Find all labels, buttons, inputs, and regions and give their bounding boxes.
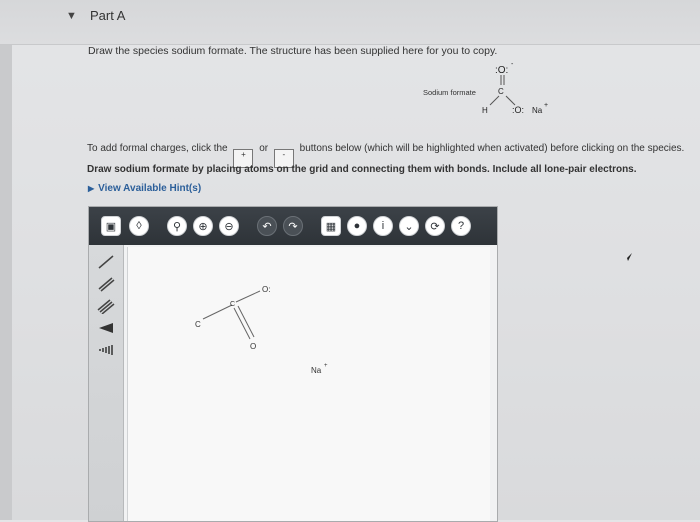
bond-c1-c2[interactable] — [202, 304, 233, 320]
draw-method-text: Draw sodium formate by placing atoms on … — [87, 164, 637, 175]
bond-c2-obottom-1[interactable] — [233, 307, 251, 340]
atom-c1[interactable]: C — [195, 320, 201, 329]
bond-c2-otop[interactable] — [235, 290, 261, 303]
reference-structure: :O: - C H :O: Na + — [482, 61, 548, 115]
double-bond-tool[interactable] — [94, 275, 118, 293]
single-bond-tool[interactable] — [94, 253, 118, 271]
draw-species-text: Draw the species sodium formate. The str… — [88, 45, 498, 57]
ref-sodium-charge: + — [544, 102, 548, 109]
bond-tool-sidebar — [89, 245, 124, 521]
bond-c2-obottom-2[interactable] — [237, 305, 255, 338]
zoom-fit-icon[interactable]: ⚲ — [167, 216, 187, 236]
atom-o-top[interactable]: O: — [262, 285, 270, 294]
triple-bond-tool[interactable] — [94, 297, 118, 315]
redo-icon[interactable]: ↷ — [283, 216, 303, 236]
caret-right-icon: ▶ — [88, 184, 95, 193]
part-title: Part A — [90, 8, 126, 23]
ref-top-oxygen-charge: - — [511, 61, 514, 68]
atom-na[interactable]: Na — [311, 366, 322, 375]
wedge-bond-tool[interactable] — [94, 319, 118, 337]
canvas-molecule: C C O: O Na + — [195, 285, 328, 375]
hints-label: View Available Hint(s) — [98, 183, 202, 194]
eraser-icon[interactable]: ◊ — [129, 216, 149, 236]
dropdown-icon[interactable]: ⌄ — [399, 216, 419, 236]
zoom-in-icon[interactable]: ⊕ — [193, 216, 213, 236]
template-icon[interactable]: ▣ — [101, 216, 121, 236]
ref-top-oxygen: :O: — [495, 65, 508, 76]
or-text: or — [259, 143, 269, 154]
atom-o-bottom[interactable]: O — [250, 342, 256, 351]
undo-icon[interactable]: ↶ — [257, 216, 277, 236]
mouse-cursor-icon — [623, 253, 632, 262]
hints-link[interactable]: ▶ View Available Hint(s) — [88, 183, 201, 194]
reset-icon[interactable]: ⟳ — [425, 216, 445, 236]
molecule-editor: ▣ ◊ ⚲ ⊕ ⊖ ↶ ↷ ▦ ● i ⌄ ⟳ ? C C O: O Na + — [88, 206, 498, 522]
atom-c2[interactable]: C — [230, 301, 235, 308]
ref-carbon: C — [498, 87, 504, 96]
clean-icon[interactable]: ▦ — [321, 216, 341, 236]
help-icon[interactable]: ? — [451, 216, 471, 236]
zoom-out-icon[interactable]: ⊖ — [219, 216, 239, 236]
hash-bond-tool[interactable] — [94, 341, 118, 359]
left-rail — [0, 0, 12, 520]
editor-toolbar: ▣ ◊ ⚲ ⊕ ⊖ ↶ ↷ ▦ ● i ⌄ ⟳ ? — [89, 207, 497, 245]
formal-charge-suffix: buttons below (which will be highlighted… — [299, 143, 685, 154]
info-icon[interactable]: i — [373, 216, 393, 236]
part-header[interactable]: ▼ Part A — [0, 0, 700, 45]
ref-bottom-oxygen: :O: — [512, 105, 524, 115]
ref-hydrogen: H — [482, 106, 488, 115]
ref-sodium: Na — [532, 106, 543, 115]
atom-na-charge: + — [324, 363, 328, 369]
drawing-canvas[interactable]: C C O: O Na + — [127, 247, 490, 521]
lightbulb-icon[interactable]: ● — [347, 216, 367, 236]
formal-charge-prefix: To add formal charges, click the — [87, 143, 228, 154]
caret-down-icon[interactable]: ▼ — [66, 10, 77, 22]
